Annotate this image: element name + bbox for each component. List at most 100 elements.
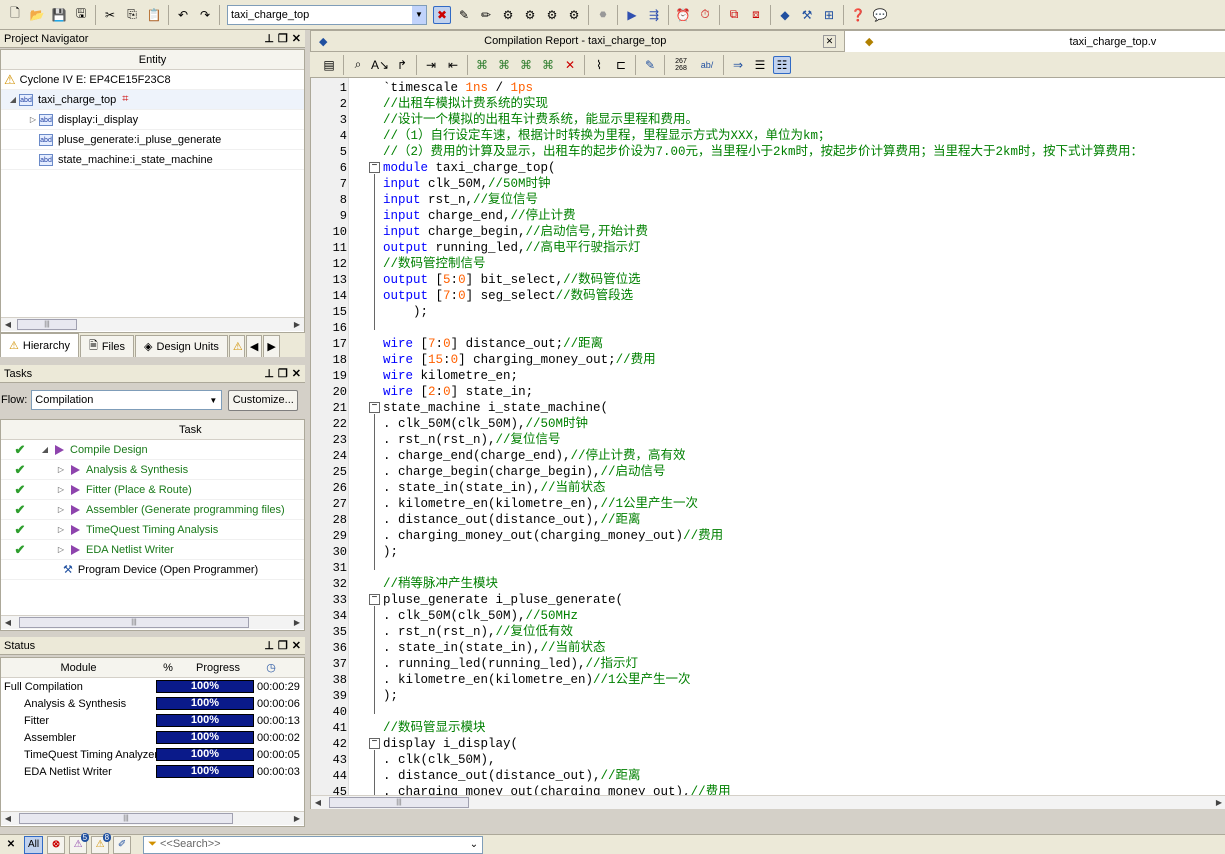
close-icon[interactable]: ✕ [292,32,301,45]
code-line[interactable]: . running_led(running_led),//指示灯 [383,656,638,672]
restore-icon[interactable]: ❐ [278,32,288,45]
code-line[interactable]: pluse_generate i_pluse_generate( [383,592,623,608]
close-icon[interactable]: ✕ [823,34,836,48]
template-icon[interactable]: ⊏ [612,56,630,74]
code-line[interactable]: //设计一个模拟的出租车计费系统，能显示里程和费用。 [383,112,698,128]
new-file-icon[interactable]: 🗋 [6,6,24,24]
code-line[interactable]: output [7:0] seg_select//数码管段选 [383,288,633,304]
code-line[interactable]: input rst_n,//复位信号 [383,192,538,208]
code-line[interactable]: . clk(clk_50M), [383,752,496,768]
copy-icon[interactable]: ⎘ [123,6,141,24]
task-program-device[interactable]: ⚒ Program Device (Open Programmer) [1,560,304,580]
pin-icon[interactable]: ⊥ [264,639,274,652]
tab-taxi-charge-top-v[interactable]: ◆ taxi_charge_top.v [845,30,1225,52]
line-numbers-icon[interactable]: 267 268 [670,56,692,74]
open-folder-icon[interactable]: 📂 [28,6,46,24]
status-row[interactable]: Fitter 100% 00:00:13 [1,712,304,729]
status-hscrollbar[interactable]: ◀ ||| ▶ [1,811,304,825]
collapsed-triangle-icon[interactable]: ▷ [55,465,67,474]
fold-toggle-icon[interactable]: − [369,594,380,605]
critical-warning-filter-icon[interactable]: ⚠ 5 [69,832,90,854]
outdent-icon[interactable]: ⇤ [444,56,462,74]
scroll-left-icon[interactable]: ◀ [1,814,15,823]
restore-icon[interactable]: ❐ [278,367,288,380]
expanded-triangle-icon[interactable]: ◢ [7,95,19,104]
code-line[interactable]: module taxi_charge_top( [383,160,556,176]
toggle-bookmark-icon[interactable]: ⌘ [539,56,557,74]
insert-template-icon[interactable]: ✎ [641,56,659,74]
scroll-right-icon[interactable]: ▶ [290,320,304,329]
scroll-left-icon[interactable]: ◀ [1,320,15,329]
timing-analyzer-icon[interactable]: ⏰ [674,6,692,24]
status-row[interactable]: TimeQuest Timing Analyzer 100% 00:00:05 [1,746,304,763]
code-line[interactable]: . state_in(state_in),//当前状态 [383,640,606,656]
netlist-viewer-icon[interactable]: ⧉ [725,6,743,24]
tab-scroll-left[interactable]: ◀ [245,335,263,357]
code-line[interactable]: . rst_n(rst_n),//复位信号 [383,432,561,448]
attach-icon[interactable]: ⌇ [590,56,608,74]
tree-item-taxi-charge-top[interactable]: ◢ abd taxi_charge_top ⌗ [1,90,304,110]
entity-column-header[interactable]: Entity [1,50,304,70]
code-line[interactable]: . distance_out(distance_out),//距离 [383,512,641,528]
customize-button[interactable]: Customize... [228,389,299,411]
status-row[interactable]: EDA Netlist Writer 100% 00:00:03 [1,763,304,780]
pencil-icon[interactable]: ✏ [477,6,495,24]
tree-item-display[interactable]: ▷ abd display:i_display [1,110,304,130]
tab-hierarchy[interactable]: ⚠ Hierarchy [0,333,79,357]
code-line[interactable]: wire kilometre_en; [383,368,518,384]
undo-icon[interactable]: ↶ [174,6,192,24]
code-line[interactable]: //稍等脉冲产生模块 [383,576,498,592]
error-filter-icon[interactable]: ⊗ [47,835,66,854]
code-line[interactable]: . charging_money_out(charging_money_out)… [383,528,723,544]
tasks-hscrollbar[interactable]: ◀ ||| ▶ [1,615,304,629]
code-line[interactable]: //数码管控制信号 [383,256,486,272]
scroll-thumb[interactable]: ||| [17,319,77,330]
code-line[interactable]: input charge_end,//停止计费 [383,208,576,224]
task-fitter[interactable]: ✔ ▷ Fitter (Place & Route) [1,480,304,500]
warning-filter-icon[interactable]: ⚠ 8 [91,832,112,854]
task-column-header[interactable]: Task [1,420,304,440]
find-icon[interactable]: ⌕ [349,56,367,74]
analysis-icon[interactable]: ⚙ [499,6,517,24]
percent-column-label[interactable]: % [156,662,180,674]
code-editor[interactable]: 1 2 3 4 5 6 7 8 9 10 11 12 13 14 15 16 17 18 19 20 21 22 23 24 2… [310,78,1225,809]
fold-toggle-icon[interactable]: − [369,738,380,749]
code-line[interactable]: . distance_out(distance_out),//距离 [383,768,641,784]
close-icon[interactable]: ✕ [2,836,20,854]
device-row[interactable]: ⚠ Cyclone IV E: EP4CE15F23C8 [1,70,304,90]
code-line[interactable]: . kilometre_en(kilometre_en)//1公里产生一次 [383,672,691,688]
scroll-right-icon[interactable]: ▶ [290,618,304,627]
tab-more[interactable]: ⚠ [228,335,245,357]
cut-icon[interactable]: ✂ [101,6,119,24]
status-row[interactable]: Analysis & Synthesis 100% 00:00:06 [1,695,304,712]
arrow-right-icon[interactable]: ⇒ [729,56,747,74]
code-line[interactable]: output [5:0] bit_select,//数码管位选 [383,272,641,288]
sopc-icon[interactable]: ⊞ [820,6,838,24]
scroll-thumb[interactable]: ||| [19,617,249,628]
start-analysis-icon[interactable]: ⇶ [645,6,663,24]
filter-all-button[interactable]: All [24,835,44,854]
scroll-right-icon[interactable]: ▶ [1212,798,1225,807]
code-line[interactable]: `timescale 1ns / 1ps [383,80,533,96]
fold-toggle-icon[interactable]: − [369,162,380,173]
tab-design-units[interactable]: ◈ Design Units [135,335,228,357]
fold-toggle-icon[interactable]: − [369,402,380,413]
code-line[interactable]: state_machine i_state_machine( [383,400,608,416]
start-compilation-icon[interactable]: ▶ [623,6,641,24]
save-all-icon[interactable]: 🖫 [72,6,90,24]
document-icon[interactable]: ▤ [320,56,338,74]
info-filter-icon[interactable]: ✐ [113,835,132,854]
task-assembler[interactable]: ✔ ▷ Assembler (Generate programming file… [1,500,304,520]
indent-icon[interactable]: ⇥ [422,56,440,74]
collapsed-triangle-icon[interactable]: ▷ [27,115,39,124]
code-line[interactable]: ); [383,688,398,704]
code-line[interactable]: //（2）费用的计算及显示，出租车的起步价设为7.00元，当里程小于2km时，按… [383,144,1143,160]
scroll-thumb[interactable]: ||| [329,797,469,808]
tab-scroll-right[interactable]: ▶ [263,335,280,357]
paste-icon[interactable]: 📋 [145,6,163,24]
timing-wizard-icon[interactable]: ⏱ [696,6,714,24]
clear-bookmarks-icon[interactable]: ✕ [561,56,579,74]
code-line[interactable]: wire [7:0] distance_out;//距离 [383,336,603,352]
task-eda-netlist[interactable]: ✔ ▷ EDA Netlist Writer [1,540,304,560]
navigator-hscrollbar[interactable]: ◀ ||| ▶ [1,317,304,331]
